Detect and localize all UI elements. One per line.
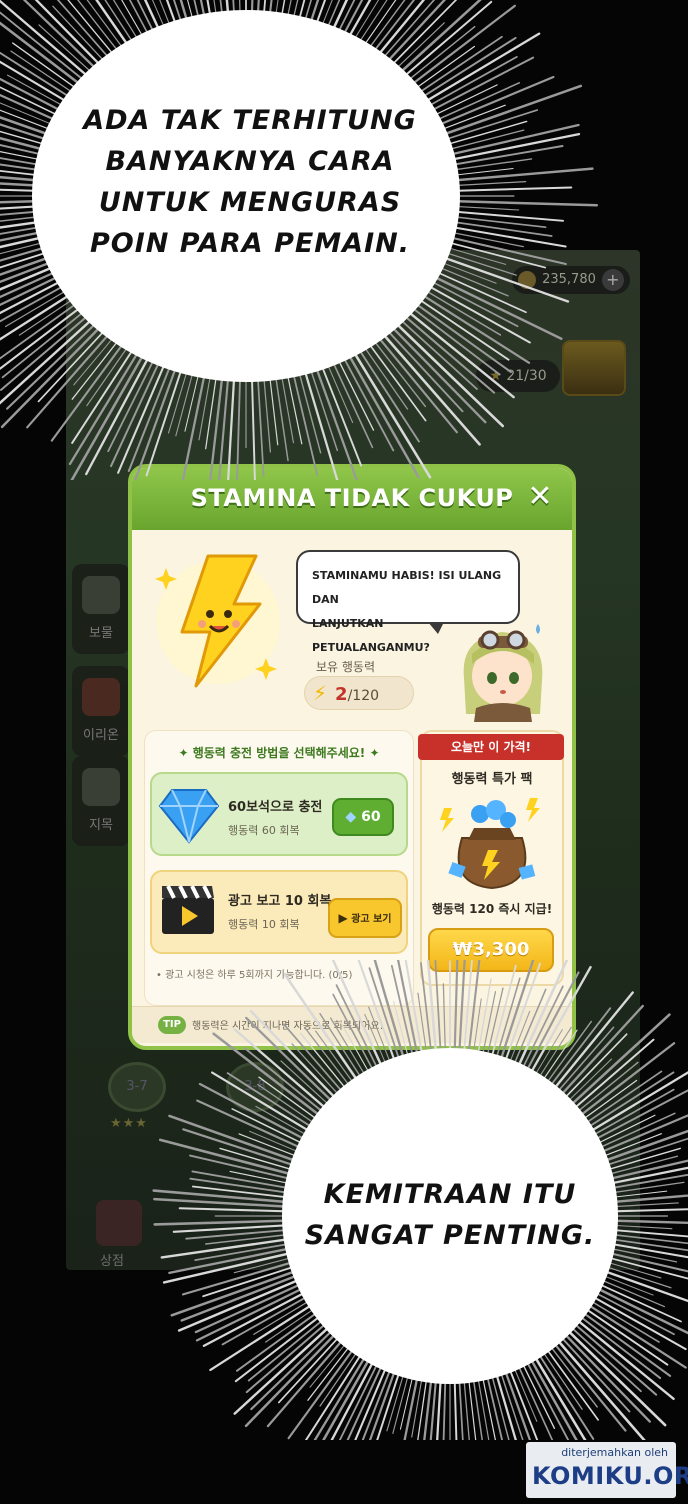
burst-ray bbox=[427, 272, 563, 340]
burst-ray bbox=[77, 0, 123, 57]
ad-option-subtitle: 행동력 10 회복 bbox=[228, 918, 300, 931]
burst-ray bbox=[373, 331, 458, 434]
burst-ray bbox=[608, 1228, 688, 1238]
sidebar-item-locked[interactable]: 지목 bbox=[72, 756, 130, 846]
guide-character-avatar bbox=[463, 624, 543, 722]
stamina-label: 보유 행동력 bbox=[316, 660, 376, 674]
gem-bag-icon bbox=[440, 798, 540, 890]
burst-ray bbox=[447, 210, 565, 222]
diamond-icon bbox=[158, 789, 220, 844]
burst-ray bbox=[236, 371, 242, 480]
burst-ray bbox=[86, 0, 128, 54]
sidebar-item-treasure[interactable]: 보물 bbox=[72, 564, 130, 654]
burst-ray bbox=[198, 369, 212, 441]
watch-ad-button[interactable]: ▶ 광고 보기 bbox=[328, 898, 402, 938]
burst-ray bbox=[256, 371, 265, 477]
burst-ray bbox=[373, 0, 426, 61]
watermark-logo: KOMIKU.ORG bbox=[532, 1462, 688, 1490]
clapperboard-icon bbox=[162, 885, 214, 934]
burst-ray bbox=[0, 281, 70, 323]
burst-ray bbox=[412, 35, 503, 98]
burst-ray bbox=[608, 1208, 688, 1213]
speech-tail bbox=[428, 622, 444, 634]
burst-ray bbox=[447, 199, 599, 207]
burst-ray bbox=[262, 371, 272, 453]
speech-bubble-bottom-text: KEMITRAAN ITU SANGAT PENTING. bbox=[304, 1179, 596, 1251]
burst-ray bbox=[608, 1224, 673, 1230]
burst-ray bbox=[313, 361, 358, 480]
burst-ray bbox=[608, 1202, 679, 1208]
burst-ray bbox=[354, 343, 420, 443]
burst-ray bbox=[0, 310, 94, 391]
speech-bubble-top-text: ADA TAK TERHITUNG BANYAKNYA CARA UNTUK M… bbox=[83, 105, 417, 259]
gem-option-subtitle: 행동력 60 회복 bbox=[228, 824, 300, 837]
burst-ray bbox=[607, 1181, 685, 1194]
burst-ray bbox=[458, 1374, 464, 1440]
popup-title: STAMINA TIDAK CUKUP bbox=[190, 484, 514, 512]
burst-ray bbox=[494, 977, 521, 1064]
burst-ray bbox=[447, 167, 594, 183]
burst-ray bbox=[274, 370, 289, 462]
burst-ray bbox=[184, 367, 201, 432]
burst-ray bbox=[608, 1219, 688, 1225]
play-icon: ▶ bbox=[338, 911, 348, 925]
burst-ray bbox=[218, 370, 230, 480]
burst-ray bbox=[442, 234, 567, 266]
choose-method-title: ✦ 행동력 충전 방법을 선택해주세요! ✦ bbox=[178, 746, 380, 760]
sidebar-item-2[interactable]: 이리온 bbox=[72, 666, 130, 756]
lightning-mascot-icon bbox=[155, 554, 280, 688]
offer-title: 행동력 특가 팩 bbox=[451, 772, 533, 787]
monster-icon bbox=[82, 678, 120, 716]
ad-option-title: 광고 보고 10 회복 bbox=[228, 894, 332, 909]
burst-ray bbox=[158, 1138, 297, 1177]
speech-bubble: STAMINAMU HABIS! ISI ULANG DAN LANJUTKAN… bbox=[296, 550, 520, 654]
offer-ribbon: 오늘만 이 가격! bbox=[418, 734, 564, 760]
burst-ray bbox=[442, 123, 580, 158]
burst-ray bbox=[598, 1133, 662, 1159]
burst-ray bbox=[153, 1219, 292, 1226]
burst-ray bbox=[418, 32, 541, 106]
burst-ray bbox=[349, 346, 432, 479]
gem-option-title: 60보석으로 충전 bbox=[228, 800, 323, 815]
burst-ray bbox=[178, 1207, 292, 1213]
burst-ray bbox=[168, 1246, 295, 1275]
burst-ray bbox=[280, 369, 295, 444]
burst-ray bbox=[453, 1374, 458, 1440]
shield-icon bbox=[82, 576, 120, 614]
close-button[interactable]: ✕ bbox=[524, 482, 556, 514]
burst-ray bbox=[442, 1374, 447, 1440]
burst-ray bbox=[189, 1154, 296, 1181]
burst-ray bbox=[291, 367, 319, 476]
burst-ray bbox=[606, 1242, 688, 1259]
burst-ray bbox=[448, 186, 573, 192]
burst-ray bbox=[531, 1029, 563, 1080]
burst-ray bbox=[476, 1372, 490, 1440]
diamond-icon: ◆ bbox=[345, 809, 357, 825]
gem-charge-button[interactable]: ◆ 60 bbox=[332, 798, 394, 836]
burst-ray bbox=[331, 960, 385, 1073]
burst-ray bbox=[250, 371, 256, 480]
burst-ray bbox=[453, 960, 459, 1058]
burst-ray bbox=[606, 1173, 688, 1190]
lightning-icon: ⚡ bbox=[313, 681, 328, 705]
lock-icon bbox=[82, 768, 120, 806]
burst-ray bbox=[442, 983, 447, 1058]
offer-description: 행동력 120 즉시 지급! bbox=[431, 902, 553, 916]
burst-ray bbox=[489, 964, 517, 1063]
burst-ray bbox=[402, 25, 476, 85]
burst-ray bbox=[588, 1088, 675, 1139]
stamina-counter: ⚡ 2/120 bbox=[304, 676, 414, 710]
burst-ray bbox=[299, 1032, 350, 1094]
burst-ray bbox=[515, 960, 569, 1073]
burst-ray bbox=[448, 180, 527, 187]
watermark-caption: diterjemahkan oleh bbox=[561, 1446, 668, 1459]
